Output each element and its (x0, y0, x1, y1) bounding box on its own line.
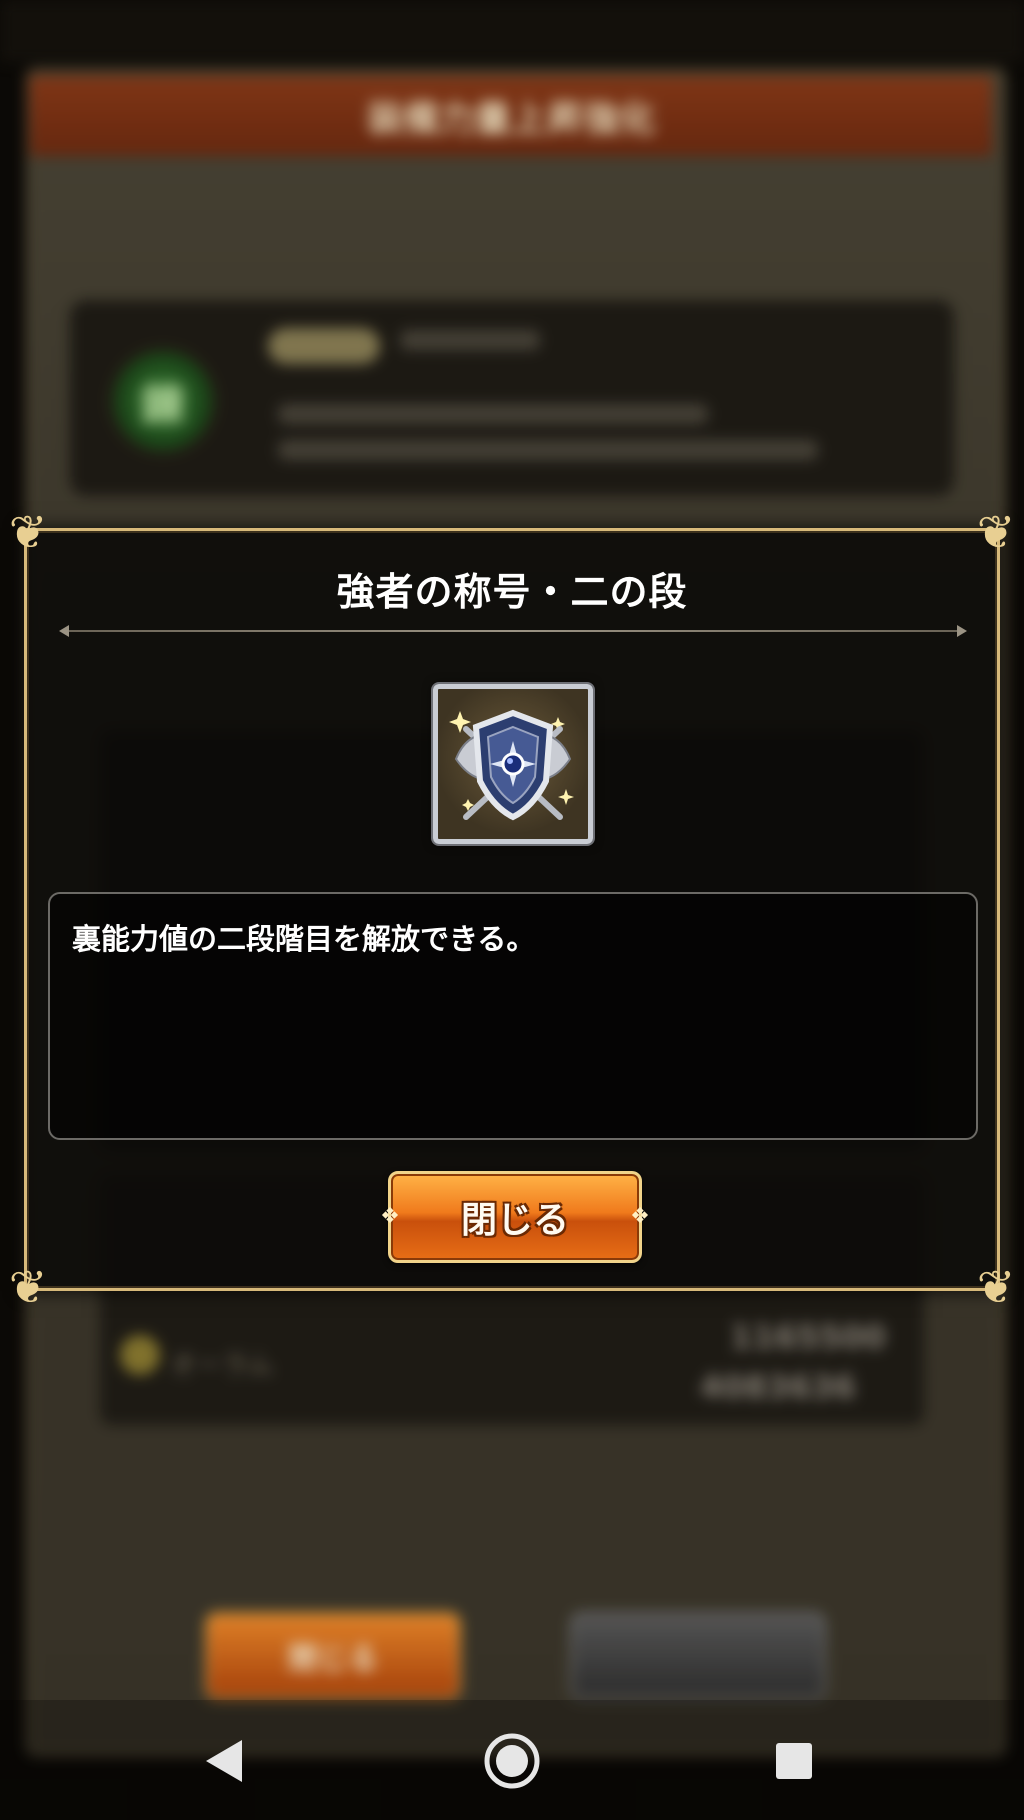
ornament-corner-icon: ❦ (976, 505, 1016, 559)
item-detail-dialog: ❦ ❦ ❦ ❦ 強者の称号・二の段 裏能力値の二段階目を解放できる。 ❖ ❖ 閉… (9, 505, 1016, 1314)
background-tag-pill (268, 328, 380, 364)
ornament-corner-icon: ❦ (8, 505, 48, 559)
background-text-line (278, 404, 708, 424)
ornament-corner-icon: ❦ (8, 1260, 48, 1314)
background-secondary-button (570, 1612, 826, 1700)
dialog-title: 強者の称号・二の段 (336, 570, 688, 614)
ornament-corner-icon: ❦ (976, 1260, 1016, 1314)
close-button[interactable]: ❖ ❖ 閉じる (380, 1171, 650, 1263)
background-orb-icon: 錬 (108, 346, 218, 456)
background-top-bar (0, 0, 1024, 62)
title-divider (59, 625, 967, 637)
background-stat-value: 4083636 (700, 1368, 856, 1406)
background-aura-label: オーラム (170, 1351, 274, 1381)
circle-home-icon (484, 1733, 540, 1789)
background-stat-value: 1165500 (730, 1318, 886, 1356)
square-recents-icon (776, 1743, 812, 1779)
recents-button[interactable] (734, 1700, 854, 1820)
description-box: 裏能力値の二段階目を解放できる。 (48, 892, 978, 1140)
background-aura-icon (120, 1335, 160, 1375)
close-button-label: 閉じる (460, 1200, 569, 1241)
background-header: 装備力量上昇強化 (30, 76, 992, 156)
background-close-button: 閉じる (205, 1612, 461, 1700)
triangle-back-icon (206, 1740, 242, 1782)
system-navigation-bar (0, 1700, 1024, 1820)
silver-shield-crest-icon (433, 684, 593, 844)
back-button[interactable] (166, 1700, 286, 1820)
background-text-line (278, 440, 818, 460)
game-screen: 装備力量上昇強化 錬 オーラム 1165500 4083636 閉じる ❦ ❦ … (0, 0, 1024, 1820)
item-description: 裏能力値の二段階目を解放できる。 (72, 922, 536, 956)
background-text-line (400, 330, 540, 350)
home-button[interactable] (452, 1700, 572, 1820)
